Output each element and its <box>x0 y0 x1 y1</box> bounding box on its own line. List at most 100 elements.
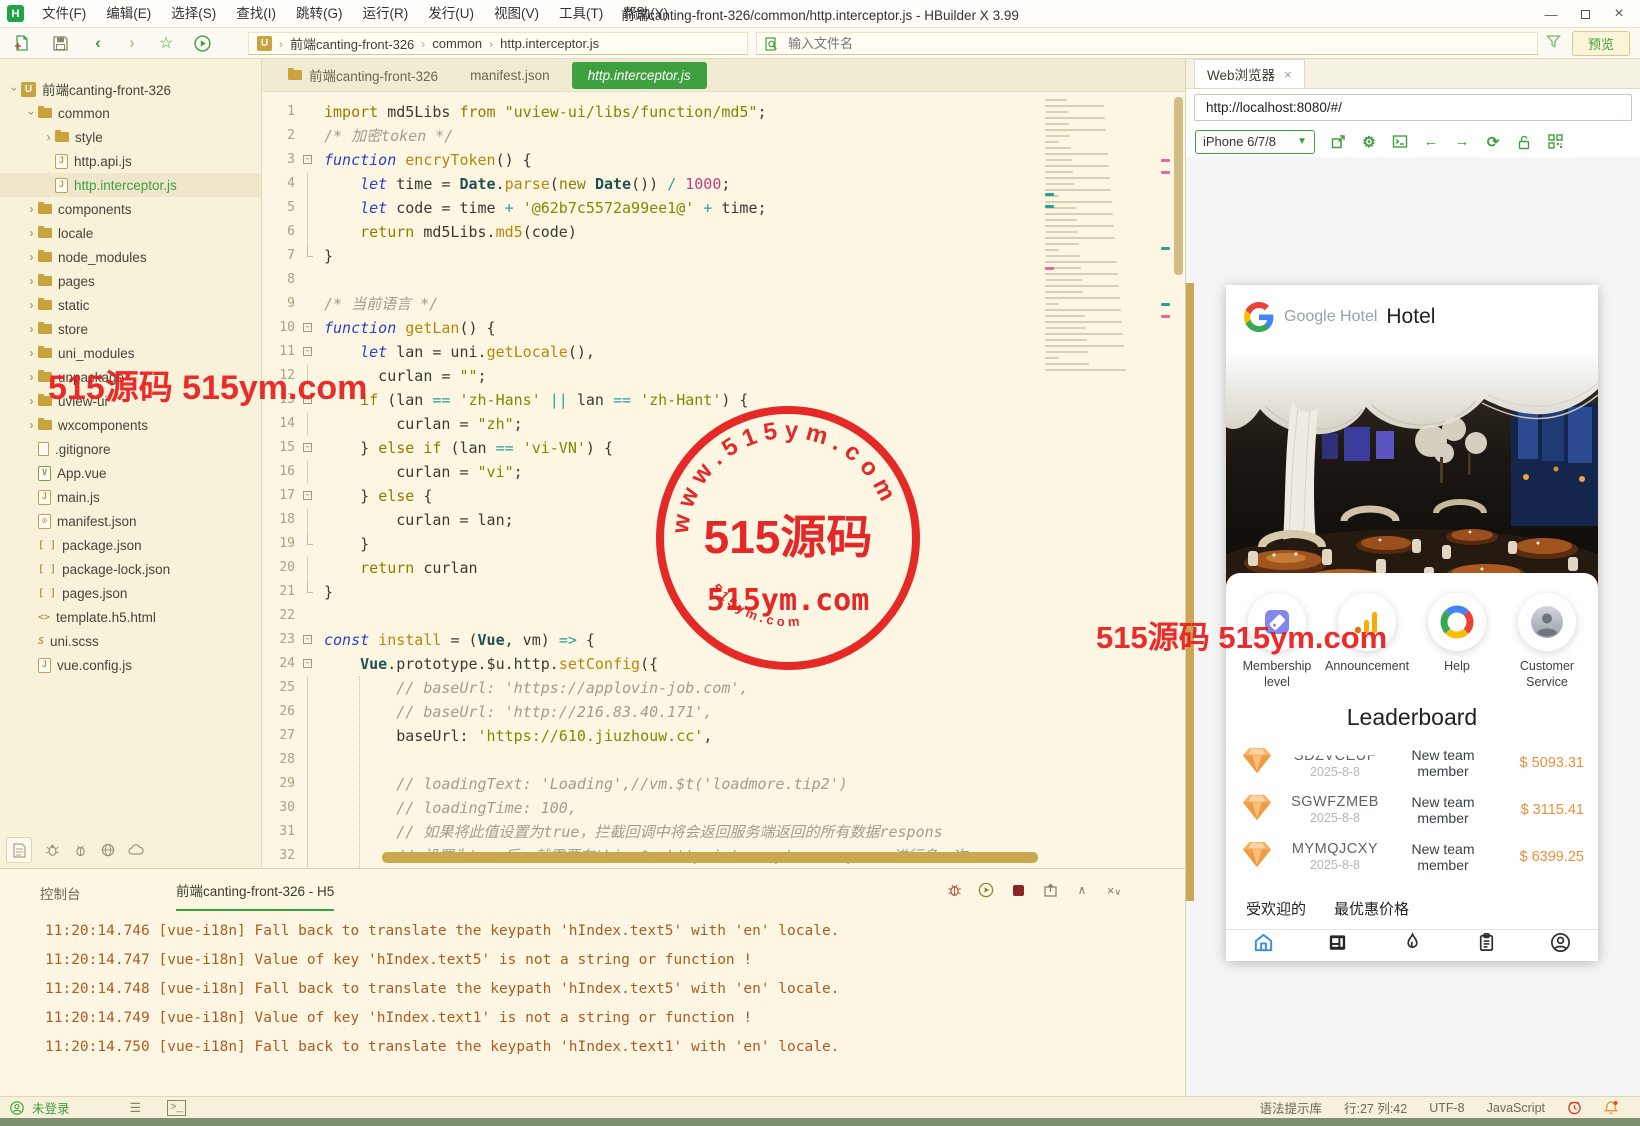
qr-code-icon[interactable] <box>1545 132 1565 152</box>
nav-item-news[interactable]: 新闻 <box>1300 931 1374 961</box>
tree-item-locale[interactable]: › locale <box>0 221 261 245</box>
browser-tab[interactable]: Web浏览器 × <box>1194 59 1305 88</box>
notification-bell-icon[interactable] <box>1604 1100 1618 1115</box>
code-line[interactable]: 31 // 如果将此值设置为true，拦截回调中将会返回服务端返回的所有数据re… <box>262 820 1185 844</box>
quick-icon-announcement[interactable]: Announcement <box>1325 593 1409 690</box>
quick-icon-membership[interactable]: Membership level <box>1235 593 1319 690</box>
code-line[interactable]: 21} <box>262 580 1185 604</box>
fold-gutter[interactable] <box>300 772 316 796</box>
fold-gutter[interactable] <box>300 220 316 244</box>
menu-item[interactable]: 发行(U) <box>418 0 484 28</box>
code-line[interactable]: 24- Vue.prototype.$u.http.setConfig({ <box>262 652 1185 676</box>
tree-item-store[interactable]: › store <box>0 317 261 341</box>
code-line[interactable]: 15- } else if (lan == 'vi-VN') { <box>262 436 1185 460</box>
code-line[interactable]: 16 curlan = "vi"; <box>262 460 1185 484</box>
fold-gutter[interactable] <box>300 460 316 484</box>
open-external-icon[interactable] <box>1328 132 1348 152</box>
globe-icon[interactable] <box>101 843 115 857</box>
tree-item-template-h5-html[interactable]: <> template.h5.html <box>0 605 261 629</box>
encoding-status[interactable]: UTF-8 <box>1429 1101 1464 1115</box>
console-bug-icon[interactable] <box>945 881 963 899</box>
menu-item[interactable]: 编辑(E) <box>96 0 161 28</box>
search-input[interactable] <box>786 35 1529 52</box>
code-line[interactable]: 20 return curlan <box>262 556 1185 580</box>
maximize-button[interactable] <box>1568 0 1602 28</box>
code-line[interactable]: 25 // baseUrl: 'https://applovin-job.com… <box>262 676 1185 700</box>
fold-gutter[interactable]: - <box>300 436 316 460</box>
new-file-button[interactable] <box>10 31 34 55</box>
tree-item-common[interactable]: › common <box>0 101 261 125</box>
nav-item-history[interactable]: 歷史 <box>1449 931 1523 961</box>
editor-tab-0[interactable]: 前端canting-front-326 <box>272 59 454 92</box>
fold-gutter[interactable] <box>300 172 316 196</box>
fold-gutter[interactable]: - <box>300 148 316 172</box>
tree-item-manifest-json[interactable]: ⚙ manifest.json <box>0 509 261 533</box>
fold-gutter[interactable]: - <box>300 652 316 676</box>
console-resume-icon[interactable] <box>977 881 995 899</box>
favorite-star-button[interactable]: ☆ <box>154 31 178 55</box>
breadcrumb-file[interactable]: http.interceptor.js <box>500 36 599 51</box>
vertical-scrollbar[interactable] <box>1174 97 1183 275</box>
nav-item-start[interactable]: 開始 <box>1375 931 1449 961</box>
tree-item-unpackage[interactable]: › unpackage <box>0 365 261 389</box>
fold-gutter[interactable] <box>300 292 316 316</box>
unlock-icon[interactable] <box>1514 132 1534 152</box>
forward-button[interactable]: › <box>120 31 144 55</box>
code-line[interactable]: 27 baseUrl: 'https://610.jiuzhouw.cc', <box>262 724 1185 748</box>
fold-gutter[interactable] <box>300 580 316 604</box>
fold-gutter[interactable] <box>300 604 316 628</box>
cloud-icon[interactable] <box>128 844 144 856</box>
gear-icon[interactable]: ⚙ <box>1359 132 1379 152</box>
menu-item[interactable]: 运行(R) <box>353 0 419 28</box>
fold-gutter[interactable] <box>300 820 316 844</box>
run-button[interactable] <box>190 31 214 55</box>
tree-item-app-vue[interactable]: V App.vue <box>0 461 261 485</box>
terminal-icon[interactable]: >_ <box>167 1099 186 1116</box>
panel-scrollbar[interactable] <box>1186 283 1194 901</box>
tree-item-vue-config-js[interactable]: Jvue.config.js <box>0 653 261 677</box>
fold-gutter[interactable] <box>300 124 316 148</box>
tree-item-pages-json[interactable]: [ ] pages.json <box>0 581 261 605</box>
tree-item--gitignore[interactable]: .gitignore <box>0 437 261 461</box>
tree-item--canting-front-326[interactable]: › U 前端canting-front-326 <box>0 77 261 101</box>
menu-item[interactable]: 工具(T) <box>549 0 613 28</box>
console-export-icon[interactable] <box>1041 881 1059 899</box>
fold-gutter[interactable]: - <box>300 484 316 508</box>
tree-item-http-interceptor-js[interactable]: Jhttp.interceptor.js <box>0 173 261 197</box>
fold-gutter[interactable]: - <box>300 388 316 412</box>
fold-gutter[interactable] <box>300 508 316 532</box>
code-line[interactable]: 22 <box>262 604 1185 628</box>
back-button[interactable]: ‹ <box>86 31 110 55</box>
filter-icon[interactable] <box>1546 34 1561 54</box>
quick-icon-service[interactable]: Customer Service <box>1505 593 1589 690</box>
refresh-icon[interactable]: ⟳ <box>1483 132 1503 152</box>
tree-item-package-json[interactable]: [ ] package.json <box>0 533 261 557</box>
section-tab[interactable]: 最优惠价格 <box>1334 898 1409 919</box>
fold-gutter[interactable] <box>300 268 316 292</box>
code-line[interactable]: 29 // loadingText: 'Loading',//vm.$t('lo… <box>262 772 1185 796</box>
code-line[interactable]: 18 curlan = lan; <box>262 508 1185 532</box>
section-tab[interactable]: 受欢迎的 <box>1246 898 1306 919</box>
files-panel-icon[interactable] <box>6 837 32 863</box>
fold-gutter[interactable]: - <box>300 628 316 652</box>
fold-gutter[interactable] <box>300 700 316 724</box>
code-line[interactable]: 19 } <box>262 532 1185 556</box>
tree-item-pages[interactable]: › pages <box>0 269 261 293</box>
close-icon[interactable]: × <box>1284 67 1292 82</box>
tree-item-http-api-js[interactable]: Jhttp.api.js <box>0 149 261 173</box>
device-selector[interactable]: iPhone 6/7/8 ▼ <box>1195 129 1315 154</box>
fold-gutter[interactable] <box>300 532 316 556</box>
console-tab[interactable]: 前端canting-front-326 - H5 <box>176 880 335 911</box>
fold-gutter[interactable] <box>300 748 316 772</box>
outline-icon[interactable]: ☰ <box>130 1100 142 1116</box>
menu-item[interactable]: 跳转(G) <box>286 0 353 28</box>
nav-item-profile[interactable]: 个人中心 <box>1524 931 1598 961</box>
save-button[interactable] <box>48 31 72 55</box>
fold-gutter[interactable] <box>300 556 316 580</box>
fold-gutter[interactable] <box>300 100 316 124</box>
tree-item-node-modules[interactable]: › node_modules <box>0 245 261 269</box>
fold-gutter[interactable] <box>300 796 316 820</box>
menu-item[interactable]: 视图(V) <box>484 0 549 28</box>
console-stop-icon[interactable] <box>1009 881 1027 899</box>
ant-icon[interactable] <box>45 844 60 857</box>
